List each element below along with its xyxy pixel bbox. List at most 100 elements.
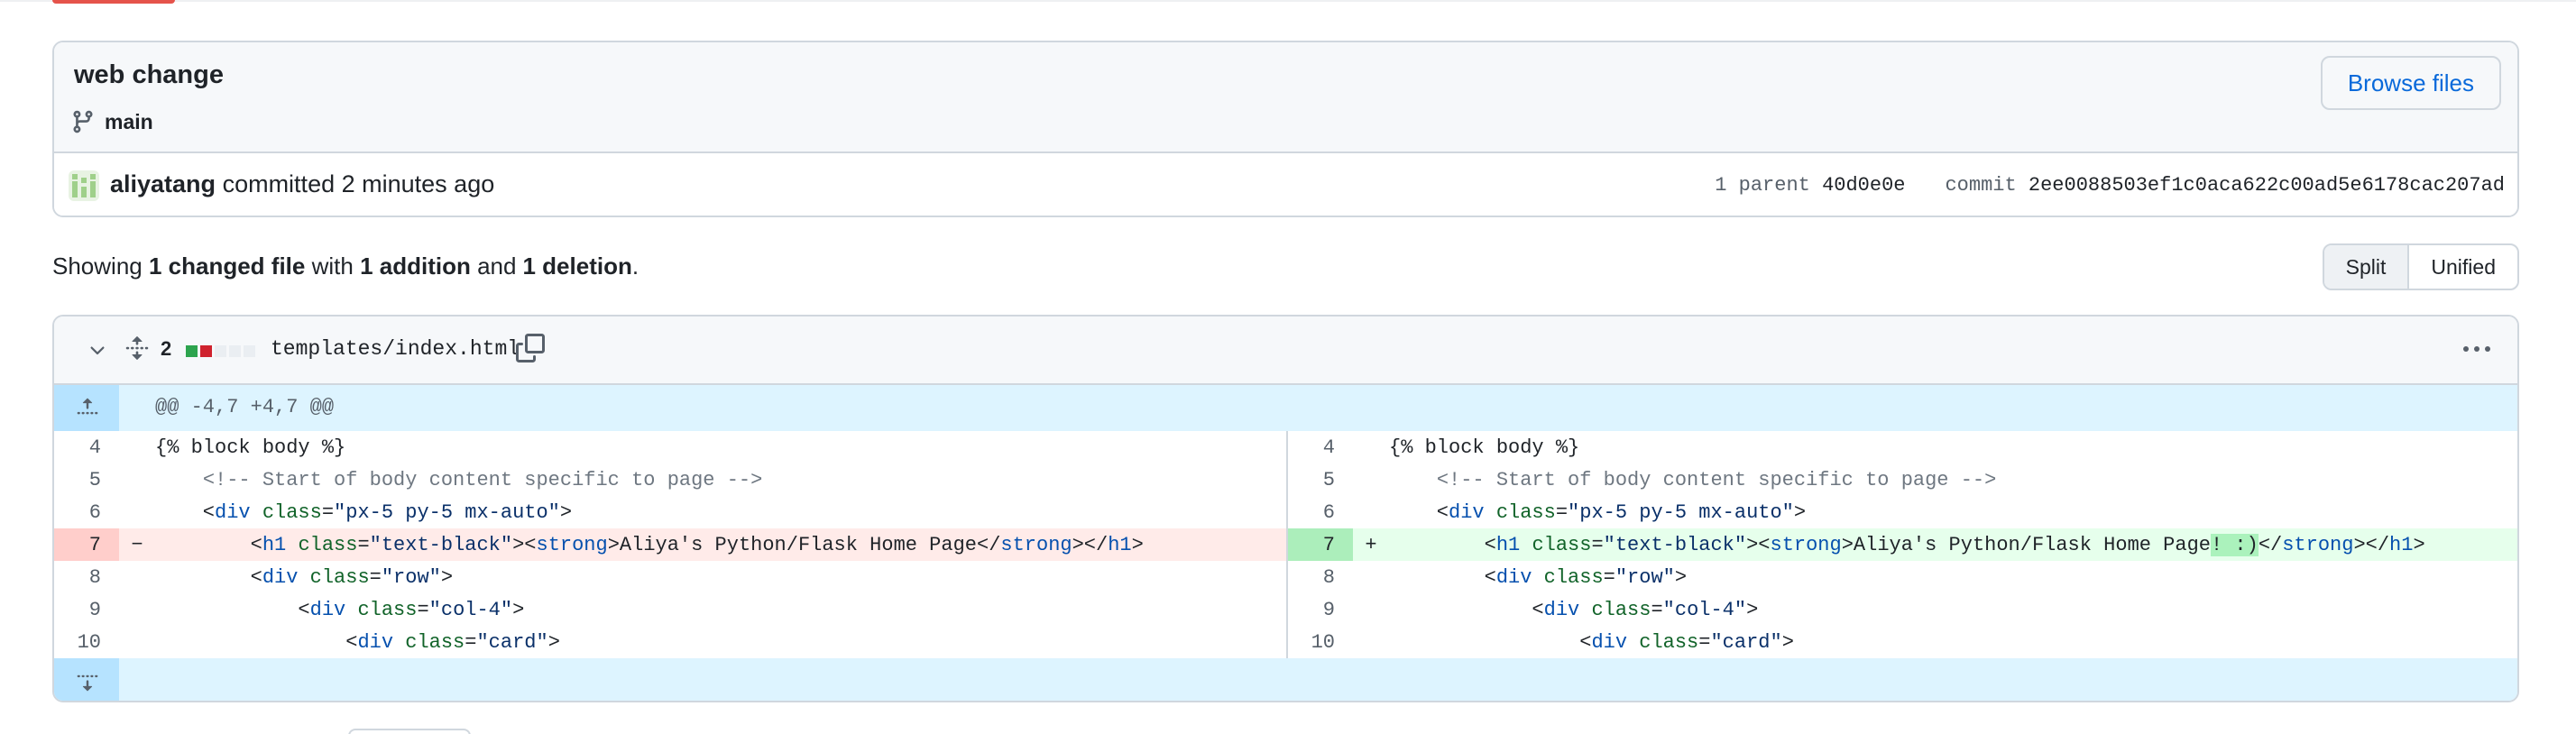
code-text: <div class="col-4"> (1389, 598, 1759, 621)
commit-sha: 2ee0088503ef1c0aca622c00ad5e6178cac207ad (2028, 174, 2505, 197)
line-number[interactable]: 5 (1288, 463, 1353, 496)
line-number[interactable]: 4 (54, 431, 119, 463)
diff-view-toggle: Split Unified (2322, 243, 2519, 290)
diff-marker (1353, 561, 1389, 593)
change-count: 2 (161, 337, 172, 360)
expand-up-button[interactable] (54, 385, 119, 431)
fold-up-icon (77, 398, 98, 415)
expand-down-button[interactable] (54, 658, 119, 701)
context-line: 9 <div class="col-4"> (54, 593, 1286, 626)
diff-summary: Showing 1 changed file with 1 addition a… (52, 252, 639, 280)
branch-name: main (105, 109, 153, 133)
context-line: 8 <div class="row"> (1288, 561, 2517, 593)
code-text: <div class="card"> (1389, 630, 1794, 654)
commit-refs: 1 parent 40d0e0e commit 2ee0088503ef1c0a… (1715, 174, 2505, 197)
active-tab-indicator (52, 0, 175, 4)
deleted-line: 7− <h1 class="text-black"><strong>Aliya'… (54, 528, 1286, 561)
author-link[interactable]: aliyatang (110, 170, 216, 197)
line-number[interactable]: 10 (54, 626, 119, 658)
diff-left-side: 4 {% block body %} 5 <!-- Start of body co… (54, 431, 1286, 658)
summary-and: and (477, 252, 517, 280)
code-text: <h1 class="text-black"><strong>Aliya's P… (1389, 533, 2425, 556)
partial-button-edge (348, 729, 471, 734)
summary-end: . (631, 252, 639, 280)
diff-marker (1353, 431, 1389, 463)
file-path-link[interactable]: templates/index.html (271, 337, 520, 361)
context-line: 10 <div class="card"> (54, 626, 1286, 658)
context-line: 6 <div class="px-5 py-5 mx-auto"> (1288, 496, 2517, 528)
code-text: {% block body %} (1389, 436, 1580, 459)
diff-marker (119, 496, 155, 528)
identicon-icon (72, 174, 96, 197)
commit-action: committed (222, 170, 336, 197)
avatar[interactable] (69, 170, 99, 201)
code-text: <div class="px-5 py-5 mx-auto"> (1389, 500, 1807, 524)
diff-marker (1353, 626, 1389, 658)
summary-files: 1 changed file (148, 252, 306, 280)
browse-files-button[interactable]: Browse files (2320, 56, 2501, 110)
chevron-down-icon[interactable] (87, 340, 108, 362)
code-text: <h1 class="text-black"><strong>Aliya's P… (155, 533, 1144, 556)
line-number[interactable]: 10 (1288, 626, 1353, 658)
line-number[interactable]: 9 (1288, 593, 1353, 626)
copy-icon[interactable] (516, 334, 545, 362)
diff-marker: + (1365, 533, 1377, 556)
diffstat-block (244, 345, 255, 357)
context-line: 5 <!-- Start of body content specific to… (54, 463, 1286, 496)
line-number[interactable]: 8 (1288, 561, 1353, 593)
code-text: <div class="row"> (155, 565, 454, 589)
diff-marker (1353, 463, 1389, 496)
diff-marker (119, 561, 155, 593)
hunk-header-text: @@ -4,7 +4,7 @@ (155, 396, 335, 418)
parent-label: 1 parent (1715, 174, 1810, 197)
branch-link[interactable]: main (70, 109, 153, 134)
top-divider (0, 0, 2576, 2)
kebab-horizontal-icon[interactable] (2461, 338, 2492, 360)
diffstat-block (215, 345, 226, 357)
unified-view-button[interactable]: Unified (2409, 245, 2517, 289)
diffstat-bar (186, 345, 255, 357)
line-number[interactable]: 5 (54, 463, 119, 496)
summary-deletions: 1 deletion (522, 252, 632, 280)
diff-marker (119, 593, 155, 626)
commit-meta-row: aliyatang committed 2 minutes ago 1 pare… (54, 153, 2517, 216)
parent-sha-link[interactable]: 40d0e0e (1822, 174, 1905, 197)
code-text: <div class="row"> (1389, 565, 1688, 589)
line-number[interactable]: 9 (54, 593, 119, 626)
context-line: 6 <div class="px-5 py-5 mx-auto"> (54, 496, 1286, 528)
line-number[interactable]: 4 (1288, 431, 1353, 463)
line-number[interactable]: 8 (54, 561, 119, 593)
commit-header-box: web change main Browse files aliyatang c… (52, 41, 2519, 217)
diff-marker (119, 431, 155, 463)
split-diff-table: 4 {% block body %} 5 <!-- Start of body co… (54, 431, 2517, 658)
file-diff: 2 templates/index.html @@ -4,7 +4,7 @@ 4… (52, 315, 2519, 702)
commit-title-section: web change main Browse files (54, 42, 2517, 153)
line-number[interactable]: 7 (54, 528, 119, 561)
diff-right-side: 4 {% block body %} 5 <!-- Start of body co… (1286, 431, 2517, 658)
diff-marker (119, 626, 155, 658)
context-line: 4 {% block body %} (1288, 431, 2517, 463)
line-number[interactable]: 6 (54, 496, 119, 528)
fold-down-icon (77, 674, 98, 692)
code-text: <!-- Start of body content specific to p… (1436, 468, 1997, 491)
line-number[interactable]: 7 (1288, 528, 1353, 561)
commit-title: web change (74, 60, 224, 89)
diffstat-block (229, 345, 241, 357)
diffstat-block (200, 345, 212, 357)
diff-marker (119, 463, 155, 496)
file-header: 2 templates/index.html (54, 317, 2517, 385)
split-view-button[interactable]: Split (2323, 245, 2410, 289)
code-text: {% block body %} (155, 436, 346, 459)
added-line: 7 + <h1 class="text-black"><strong>Aliya'… (1288, 528, 2517, 561)
summary-with: with (311, 252, 354, 280)
hunk-header-row: @@ -4,7 +4,7 @@ (54, 385, 2517, 431)
code-text: <!-- Start of body content specific to p… (202, 468, 763, 491)
line-number[interactable]: 6 (1288, 496, 1353, 528)
context-line: 9 <div class="col-4"> (1288, 593, 2517, 626)
git-branch-icon (73, 110, 93, 133)
commit-time: 2 minutes ago (341, 170, 495, 197)
context-line: 4 {% block body %} (54, 431, 1286, 463)
code-text: <div class="px-5 py-5 mx-auto"> (155, 500, 573, 524)
summary-additions: 1 addition (360, 252, 471, 280)
expand-all-icon[interactable] (124, 335, 150, 362)
